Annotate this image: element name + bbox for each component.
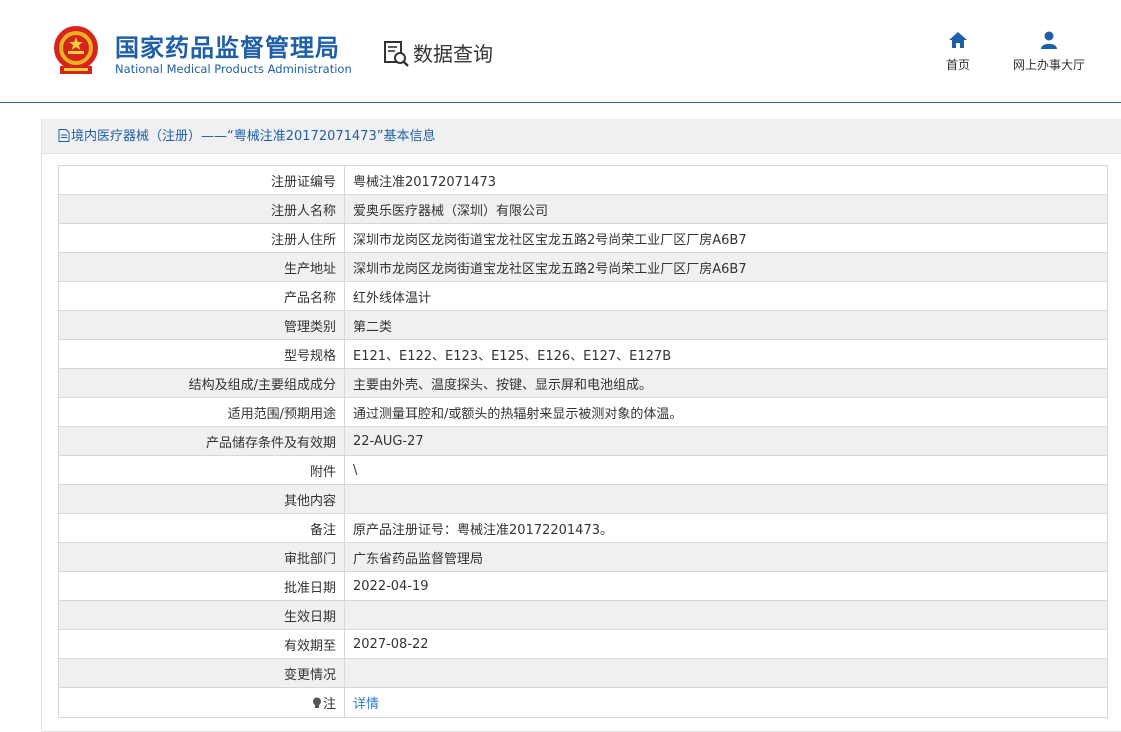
row-label: 管理类别 bbox=[58, 310, 345, 340]
table-row: 生产地址 深圳市龙岗区龙岗街道宝龙社区宝龙五路2号尚荣工业厂区厂房A6B7 bbox=[58, 252, 1108, 282]
table-row: 注册证编号 粤械注准20172071473 bbox=[58, 165, 1108, 195]
row-value: 红外线体温计 bbox=[344, 281, 1108, 311]
row-value: 2027-08-22 bbox=[344, 629, 1108, 659]
row-value: 主要由外壳、温度探头、按键、显示屏和电池组成。 bbox=[344, 368, 1108, 398]
row-value: 第二类 bbox=[344, 310, 1108, 340]
row-label: 审批部门 bbox=[58, 542, 345, 572]
home-icon bbox=[949, 32, 967, 48]
header-divider bbox=[0, 102, 1121, 103]
detail-panel: 境内医疗器械（注册）——“粤械注准20172071473”基本信息 注册证编号粤… bbox=[41, 119, 1121, 732]
table-row: 生效日期 bbox=[58, 600, 1108, 630]
table-row: 审批部门 广东省药品监督管理局 bbox=[58, 542, 1108, 572]
row-label: 产品储存条件及有效期 bbox=[58, 426, 345, 456]
table-row: 附件 \ bbox=[58, 455, 1108, 485]
table-row: 型号规格 E121、E122、E123、E125、E126、E127、E127B bbox=[58, 339, 1108, 369]
nav-online-hall[interactable]: 网上办事大厅 bbox=[1003, 30, 1095, 73]
logo-title-cn: 国家药品监督管理局 bbox=[115, 34, 340, 62]
row-value: 2022-04-19 bbox=[344, 571, 1108, 601]
row-label: 附件 bbox=[58, 455, 345, 485]
site-header: 国家药品监督管理局 National Medical Products Admi… bbox=[0, 0, 1121, 102]
user-icon bbox=[1041, 31, 1057, 49]
table-row: 备注 原产品注册证号：粤械注准20172201473。 bbox=[58, 513, 1108, 543]
panel-title: 境内医疗器械（注册）——“粤械注准20172071473”基本信息 bbox=[42, 119, 1121, 154]
logo-title-en: National Medical Products Administration bbox=[115, 62, 352, 76]
table-row: 管理类别 第二类 bbox=[58, 310, 1108, 340]
table-row: 有效期至 2027-08-22 bbox=[58, 629, 1108, 659]
table-row: 注册人住所 深圳市龙岗区龙岗街道宝龙社区宝龙五路2号尚荣工业厂区厂房A6B7 bbox=[58, 223, 1108, 253]
table-row: 产品储存条件及有效期 22-AUG-27 bbox=[58, 426, 1108, 456]
table-row: 变更情况 bbox=[58, 658, 1108, 688]
table-row: 批准日期 2022-04-19 bbox=[58, 571, 1108, 601]
row-value: \ bbox=[344, 455, 1108, 485]
table-row: 结构及组成/主要组成成分 主要由外壳、温度探头、按键、显示屏和电池组成。 bbox=[58, 368, 1108, 398]
data-search-title: 数据查询 bbox=[413, 42, 493, 66]
row-value: E121、E122、E123、E125、E126、E127、E127B bbox=[344, 339, 1108, 369]
row-label: 生效日期 bbox=[58, 600, 345, 630]
row-value: 深圳市龙岗区龙岗街道宝龙社区宝龙五路2号尚荣工业厂区厂房A6B7 bbox=[344, 252, 1108, 282]
table-row: 注册人名称 爱奥乐医疗器械（深圳）有限公司 bbox=[58, 194, 1108, 224]
data-search-icon bbox=[384, 41, 409, 67]
table-row: 其他内容 bbox=[58, 484, 1108, 514]
row-value: 爱奥乐医疗器械（深圳）有限公司 bbox=[344, 194, 1108, 224]
table-row: 适用范围/预期用途 通过测量耳腔和/或额头的热辐射来显示被测对象的体温。 bbox=[58, 397, 1108, 427]
row-label: 结构及组成/主要组成成分 bbox=[58, 368, 345, 398]
document-icon bbox=[58, 129, 70, 142]
note-row: 注 详情 bbox=[58, 687, 1108, 718]
nav-home[interactable]: 首页 bbox=[936, 30, 980, 73]
table-row: 产品名称 红外线体温计 bbox=[58, 281, 1108, 311]
row-value: 通过测量耳腔和/或额头的热辐射来显示被测对象的体温。 bbox=[344, 397, 1108, 427]
nav-online-hall-label: 网上办事大厅 bbox=[1012, 58, 1085, 72]
row-label: 产品名称 bbox=[58, 281, 345, 311]
lightbulb-icon bbox=[312, 697, 321, 708]
row-label: 批准日期 bbox=[58, 571, 345, 601]
info-table: 注册证编号 粤械注准20172071473 注册人名称 爱奥乐医疗器械（深圳）有限公… bbox=[58, 165, 1108, 718]
national-emblem-icon bbox=[54, 26, 98, 74]
row-value: 粤械注准20172071473 bbox=[344, 165, 1108, 195]
row-label: 注册证编号 bbox=[58, 165, 345, 195]
row-label: 变更情况 bbox=[58, 658, 345, 688]
row-value: 深圳市龙岗区龙岗街道宝龙社区宝龙五路2号尚荣工业厂区厂房A6B7 bbox=[344, 223, 1108, 253]
row-label: 有效期至 bbox=[58, 629, 345, 659]
row-value bbox=[344, 600, 1108, 630]
row-label: 注册人住所 bbox=[58, 223, 345, 253]
row-label: 注册人名称 bbox=[58, 194, 345, 224]
row-label: 适用范围/预期用途 bbox=[58, 397, 345, 427]
row-value: 广东省药品监督管理局 bbox=[344, 542, 1108, 572]
details-link[interactable]: 详情 bbox=[353, 697, 379, 712]
note-value-cell: 详情 bbox=[344, 687, 1108, 718]
row-label: 其他内容 bbox=[58, 484, 345, 514]
row-label: 备注 bbox=[58, 513, 345, 543]
note-label: 注 bbox=[322, 697, 336, 712]
panel-title-text: 境内医疗器械（注册）——“粤械注准20172071473”基本信息 bbox=[71, 129, 436, 144]
row-value bbox=[344, 484, 1108, 514]
nav-home-label: 首页 bbox=[945, 58, 970, 72]
note-label-cell: 注 bbox=[58, 687, 345, 718]
row-value: 原产品注册证号：粤械注准20172201473。 bbox=[344, 513, 1108, 543]
row-label: 生产地址 bbox=[58, 252, 345, 282]
row-label: 型号规格 bbox=[58, 339, 345, 369]
row-value bbox=[344, 658, 1108, 688]
row-value: 22-AUG-27 bbox=[344, 426, 1108, 456]
